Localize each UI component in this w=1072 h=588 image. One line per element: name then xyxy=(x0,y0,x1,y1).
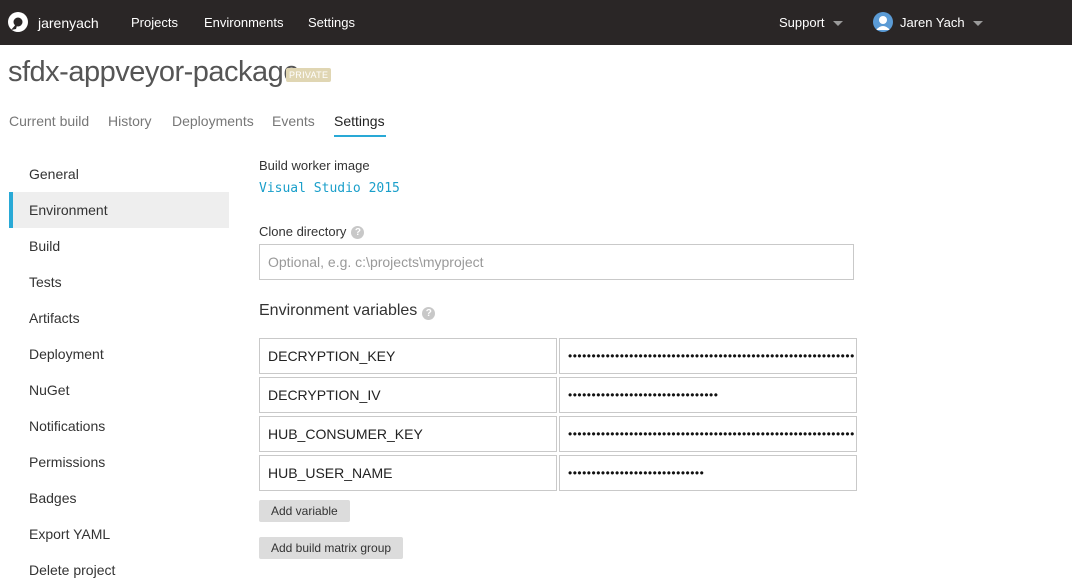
env-var-name-field[interactable]: DECRYPTION_KEY xyxy=(259,338,557,374)
tab-deployments[interactable]: Deployments xyxy=(172,113,254,129)
tab-settings[interactable]: Settings xyxy=(334,113,385,129)
sidebar-item-general[interactable]: General xyxy=(9,156,229,192)
tab-events[interactable]: Events xyxy=(272,113,315,129)
environment-variables-title-text: Environment variables xyxy=(259,302,418,319)
clone-directory-label-text: Clone directory xyxy=(259,224,347,239)
private-badge: PRIVATE xyxy=(286,68,332,82)
nav-projects[interactable]: Projects xyxy=(131,15,178,30)
support-menu[interactable]: Support xyxy=(779,15,843,30)
chevron-down-icon xyxy=(972,21,983,27)
sidebar-item-deployment[interactable]: Deployment xyxy=(9,336,229,372)
env-var-name-field[interactable]: HUB_USER_NAME xyxy=(259,455,557,491)
sidebar-item-artifacts[interactable]: Artifacts xyxy=(9,300,229,336)
sidebar-item-nuget[interactable]: NuGet xyxy=(9,372,229,408)
project-title: sfdx-appveyor-package xyxy=(8,56,299,88)
active-tab-indicator xyxy=(334,135,386,137)
tab-history[interactable]: History xyxy=(108,113,152,129)
top-navbar: jarenyach Projects Environments Settings… xyxy=(0,0,1072,45)
account-name[interactable]: jarenyach xyxy=(38,15,99,31)
appveyor-logo-icon[interactable] xyxy=(7,11,29,33)
help-icon[interactable]: ? xyxy=(422,307,436,320)
tab-current-build[interactable]: Current build xyxy=(9,113,89,129)
sidebar-item-badges[interactable]: Badges xyxy=(9,480,229,516)
help-icon[interactable]: ? xyxy=(351,226,365,240)
sidebar-item-notifications[interactable]: Notifications xyxy=(9,408,229,444)
nav-settings[interactable]: Settings xyxy=(308,15,355,30)
env-var-value-field[interactable]: ••••••••••••••••••••••••••••• xyxy=(559,455,857,491)
nav-environments[interactable]: Environments xyxy=(204,15,283,30)
environment-variables-title: Environment variables? xyxy=(259,302,436,320)
clone-directory-label: Clone directory? xyxy=(259,224,365,240)
sidebar-item-export-yaml[interactable]: Export YAML xyxy=(9,516,229,552)
env-var-name-field[interactable]: DECRYPTION_IV xyxy=(259,377,557,413)
env-var-value-field[interactable]: ••••••••••••••••••••••••••••••••••••••••… xyxy=(559,338,857,374)
user-avatar-icon[interactable] xyxy=(873,12,893,32)
env-var-value-field[interactable]: ••••••••••••••••••••••••••••••••••••••••… xyxy=(559,416,857,452)
sidebar-item-environment[interactable]: Environment xyxy=(9,192,229,228)
user-menu[interactable]: Jaren Yach xyxy=(900,15,983,30)
user-name: Jaren Yach xyxy=(900,15,965,30)
support-label: Support xyxy=(779,15,825,30)
sidebar-item-build[interactable]: Build xyxy=(9,228,229,264)
clone-directory-input[interactable] xyxy=(259,244,854,280)
sidebar-item-delete-project[interactable]: Delete project xyxy=(9,552,229,588)
add-variable-button[interactable]: Add variable xyxy=(259,500,350,522)
worker-image-value[interactable]: Visual Studio 2015 xyxy=(259,181,400,196)
env-var-name-field[interactable]: HUB_CONSUMER_KEY xyxy=(259,416,557,452)
chevron-down-icon xyxy=(832,21,843,27)
sidebar-item-tests[interactable]: Tests xyxy=(9,264,229,300)
add-build-matrix-group-button[interactable]: Add build matrix group xyxy=(259,537,404,559)
sidebar-item-permissions[interactable]: Permissions xyxy=(9,444,229,480)
env-var-value-field[interactable]: •••••••••••••••••••••••••••••••• xyxy=(559,377,857,413)
worker-image-label: Build worker image xyxy=(259,158,370,173)
